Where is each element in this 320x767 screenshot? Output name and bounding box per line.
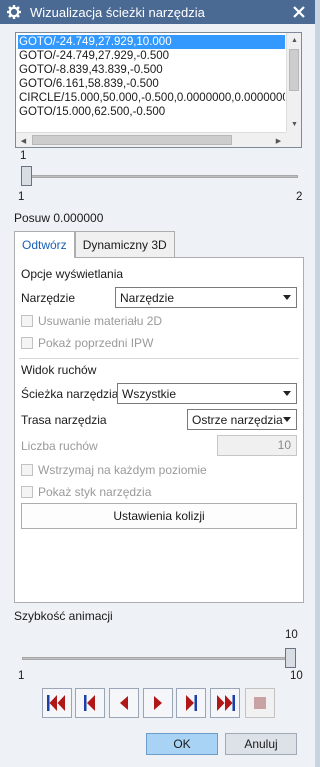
stop-button[interactable]	[245, 688, 275, 718]
show-prev-ipw-label: Pokaż poprzedni IPW	[38, 336, 154, 350]
tool-dropdown-value: Narzędzie	[120, 290, 175, 305]
toolpath-dropdown-value: Wszystkie	[122, 386, 176, 401]
dialog-body: GOTO/-24.749,27.929,10.000 GOTO/-24.749,…	[0, 24, 315, 767]
tool-trace-label: Trasa narzędzia	[21, 413, 107, 427]
pause-each-level-label: Wstrzymaj na każdym poziomie	[38, 463, 207, 477]
path-commands-list[interactable]: GOTO/-24.749,27.929,10.000 GOTO/-24.749,…	[15, 32, 302, 148]
cancel-button[interactable]: Anuluj	[225, 733, 297, 755]
stop-icon	[254, 697, 266, 709]
feed-label: Posuw 0.000000	[14, 211, 104, 225]
tab-dynamic-3d[interactable]: Dynamiczny 3D	[74, 231, 175, 257]
rewind-to-start-icon	[47, 695, 65, 711]
play-backward-icon	[120, 696, 128, 710]
divider	[19, 358, 299, 359]
scroll-down-icon[interactable]: ▼	[287, 117, 301, 132]
motions-count-field: 10	[217, 435, 297, 456]
tab-bar: Odtwórz Dynamiczny 3D	[14, 231, 175, 258]
play-forward-button[interactable]	[143, 688, 173, 718]
checkbox-box[interactable]	[21, 464, 33, 476]
step-slider-thumb[interactable]	[21, 166, 32, 186]
motion-view-title: Widok ruchów	[21, 363, 97, 377]
tool-dropdown[interactable]: Narzędzie	[115, 287, 297, 308]
chevron-down-icon	[283, 417, 291, 422]
window-title: Wizualizacja ścieżki narzędzia	[30, 4, 205, 20]
list-item[interactable]: GOTO/-24.749,27.929,10.000	[18, 35, 285, 49]
show-tool-contact-label: Pokaż styk narzędzia	[38, 485, 152, 499]
list-item[interactable]: GOTO/-8.839,43.839,-0.500	[18, 63, 285, 77]
play-backward-button[interactable]	[109, 688, 139, 718]
list-item[interactable]: GOTO/6.161,58.839,-0.500	[18, 77, 285, 91]
chevron-down-icon	[283, 391, 291, 396]
animation-speed-thumb[interactable]	[285, 648, 296, 668]
animation-speed-value: 10	[285, 629, 298, 641]
scroll-up-icon[interactable]: ▲	[287, 33, 301, 48]
scroll-corner	[286, 132, 301, 147]
pause-each-level-checkbox[interactable]: Wstrzymaj na każdym poziomie	[21, 463, 207, 477]
scroll-thumb[interactable]	[289, 49, 299, 91]
animation-speed-min: 1	[18, 670, 25, 682]
motions-count-label: Liczba ruchów	[21, 439, 98, 453]
vertical-scrollbar[interactable]: ▲ ▼	[286, 33, 301, 132]
step-back-button[interactable]	[75, 688, 105, 718]
collision-settings-button[interactable]: Ustawienia kolizji	[21, 503, 297, 529]
step-forward-button[interactable]	[176, 688, 206, 718]
step-slider-track[interactable]	[22, 175, 298, 178]
tab-playback[interactable]: Odtwórz	[14, 231, 75, 258]
step-slider-min: 1	[18, 191, 25, 203]
animation-speed-max: 10	[290, 670, 303, 682]
remove-material-label: Usuwanie materiału 2D	[38, 314, 163, 328]
fast-forward-to-end-icon	[217, 695, 235, 711]
display-options-title: Opcje wyświetlania	[21, 267, 124, 281]
step-slider-value: 1	[20, 150, 27, 162]
tool-trace-dropdown[interactable]: Ostrze narzędzia	[187, 409, 297, 430]
tool-label: Narzędzie	[21, 291, 76, 305]
close-icon[interactable]	[287, 1, 311, 23]
chevron-down-icon	[283, 295, 291, 300]
gear-icon	[6, 4, 22, 20]
checkbox-box[interactable]	[21, 337, 33, 349]
play-forward-icon	[154, 696, 162, 710]
scroll-right-icon[interactable]: ▶	[271, 133, 286, 147]
checkbox-box[interactable]	[21, 486, 33, 498]
show-tool-contact-checkbox[interactable]: Pokaż styk narzędzia	[21, 485, 151, 499]
remove-material-checkbox[interactable]: Usuwanie materiału 2D	[21, 314, 162, 328]
step-forward-icon	[186, 695, 197, 711]
scroll-left-icon[interactable]: ◀	[16, 133, 31, 147]
show-prev-ipw-checkbox[interactable]: Pokaż poprzedni IPW	[21, 336, 153, 350]
toolpath-dropdown[interactable]: Wszystkie	[117, 383, 297, 404]
title-bar: Wizualizacja ścieżki narzędzia	[0, 0, 315, 24]
list-item[interactable]: CIRCLE/15.000,50.000,-0.500,0.0000000,0.…	[18, 91, 285, 105]
scroll-thumb[interactable]	[32, 135, 232, 145]
toolpath-label: Ścieżka narzędzia	[21, 387, 119, 401]
list-item[interactable]: GOTO/-24.749,27.929,-0.500	[18, 49, 285, 63]
horizontal-scrollbar[interactable]: ◀ ▶	[16, 132, 286, 147]
list-item[interactable]: GOTO/15.000,62.500,-0.500	[18, 105, 285, 119]
ok-button[interactable]: OK	[146, 733, 218, 755]
checkbox-box[interactable]	[21, 315, 33, 327]
rewind-to-start-button[interactable]	[42, 688, 72, 718]
animation-speed-track[interactable]	[22, 657, 292, 660]
playback-panel: Opcje wyświetlania Narzędzie Narzędzie U…	[14, 257, 304, 603]
animation-speed-label: Szybkość animacji	[14, 609, 113, 623]
fast-forward-to-end-button[interactable]	[210, 688, 240, 718]
step-slider-max: 2	[296, 191, 303, 203]
tool-trace-dropdown-value: Ostrze narzędzia	[192, 412, 283, 427]
step-back-icon	[84, 695, 95, 711]
